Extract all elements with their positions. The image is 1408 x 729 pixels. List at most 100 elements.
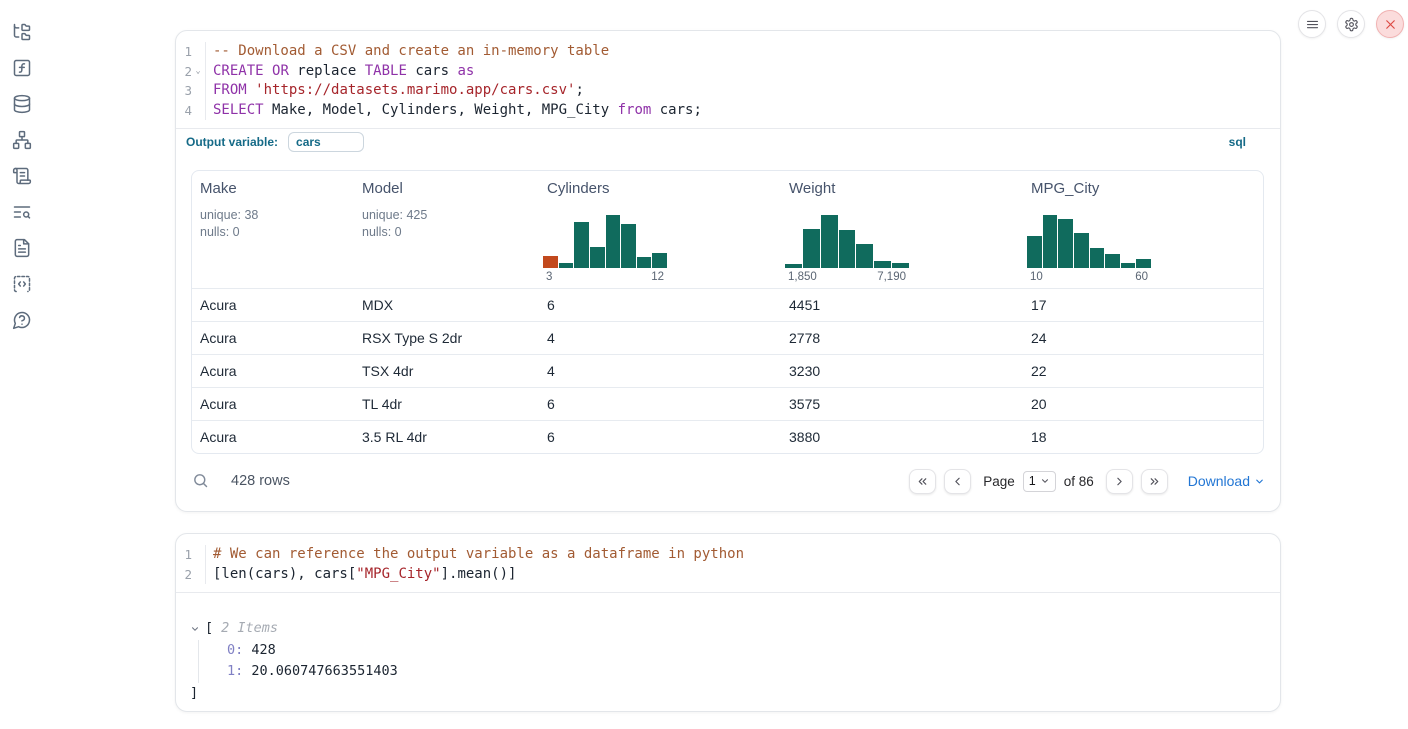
tree-entry-key: 0: bbox=[227, 642, 243, 658]
table-cell: 17 bbox=[1023, 297, 1263, 313]
line-number: 2 bbox=[176, 565, 206, 585]
python-output: [ 2 Items 0: 4281: 20.060747663551403 ] bbox=[176, 592, 1280, 704]
table-cell: RSX Type S 2dr bbox=[354, 330, 539, 346]
column-header-cylinders[interactable]: Cylinders 312 bbox=[539, 171, 781, 288]
table-cell: Acura bbox=[192, 396, 354, 412]
table-cell: 24 bbox=[1023, 330, 1263, 346]
download-label: Download bbox=[1188, 473, 1250, 489]
table-cell: 3230 bbox=[781, 363, 1023, 379]
column-header-mpg_city[interactable]: MPG_City 1060 bbox=[1023, 171, 1263, 288]
last-page-button[interactable] bbox=[1141, 469, 1168, 494]
column-name: Model bbox=[362, 180, 539, 197]
code-snippet-icon[interactable] bbox=[12, 274, 32, 294]
code-line: 1-- Download a CSV and create an in-memo… bbox=[176, 42, 1280, 62]
column-histogram[interactable]: 1,8507,190 bbox=[785, 215, 909, 283]
marimo-notebook: 1-- Download a CSV and create an in-memo… bbox=[0, 0, 1408, 729]
table-row[interactable]: AcuraTSX 4dr4323022 bbox=[192, 354, 1263, 387]
table-header: Makeunique: 38nulls: 0Modelunique: 425nu… bbox=[192, 171, 1263, 288]
table-cell: 3575 bbox=[781, 396, 1023, 412]
column-stats: unique: 38nulls: 0 bbox=[200, 207, 354, 241]
function-square-icon[interactable] bbox=[12, 58, 32, 78]
table-row[interactable]: Acura3.5 RL 4dr6388018 bbox=[192, 420, 1263, 453]
table-cell: 4451 bbox=[781, 297, 1023, 313]
table-cell: Acura bbox=[192, 429, 354, 445]
column-name: Weight bbox=[789, 180, 1023, 197]
page-total-label: of 86 bbox=[1064, 474, 1094, 489]
table-cell: 6 bbox=[539, 429, 781, 445]
tree-entry: 1: 20.060747663551403 bbox=[227, 661, 1264, 683]
gear-icon[interactable] bbox=[1337, 10, 1365, 38]
python-cell: 1# We can reference the output variable … bbox=[175, 533, 1281, 712]
column-name: Cylinders bbox=[547, 180, 781, 197]
histogram-axis-labels: 1060 bbox=[1027, 271, 1151, 283]
table-row[interactable]: AcuraRSX Type S 2dr4277824 bbox=[192, 321, 1263, 354]
tree-entry-key: 1: bbox=[227, 663, 243, 679]
tree-entry: 0: 428 bbox=[227, 640, 1264, 662]
database-icon[interactable] bbox=[12, 94, 32, 114]
python-code-editor[interactable]: 1# We can reference the output variable … bbox=[176, 534, 1280, 592]
tree-collapse-caret[interactable] bbox=[190, 624, 205, 634]
line-number: 4 bbox=[176, 101, 206, 121]
table-cell: Acura bbox=[192, 330, 354, 346]
column-histogram[interactable]: 1060 bbox=[1027, 215, 1151, 283]
sql-code-editor[interactable]: 1-- Download a CSV and create an in-memo… bbox=[176, 31, 1280, 128]
menu-icon[interactable] bbox=[1298, 10, 1326, 38]
help-circle-icon[interactable] bbox=[12, 310, 32, 330]
table-cell: TSX 4dr bbox=[354, 363, 539, 379]
file-text-icon[interactable] bbox=[12, 238, 32, 258]
scroll-icon[interactable] bbox=[12, 166, 32, 186]
table-cell: TL 4dr bbox=[354, 396, 539, 412]
top-right-actions bbox=[1298, 10, 1404, 38]
table-cell: Acura bbox=[192, 297, 354, 313]
chevron-down-icon bbox=[190, 624, 200, 634]
table-row[interactable]: AcuraTL 4dr6357520 bbox=[192, 387, 1263, 420]
file-tree-icon[interactable] bbox=[12, 22, 32, 42]
language-badge[interactable]: sql bbox=[1229, 135, 1246, 149]
close-icon[interactable] bbox=[1376, 10, 1404, 38]
table-cell: 4 bbox=[539, 363, 781, 379]
network-icon[interactable] bbox=[12, 130, 32, 150]
chevron-down-icon bbox=[1040, 476, 1050, 486]
tree-root-row: [ 2 Items bbox=[190, 618, 1264, 640]
open-bracket: [ bbox=[205, 618, 213, 640]
row-count: 428 rows bbox=[231, 473, 290, 489]
text-search-icon[interactable] bbox=[12, 202, 32, 222]
output-variable-label: Output variable: bbox=[186, 135, 278, 149]
fold-chevron-icon[interactable]: ⌄ bbox=[192, 62, 204, 82]
page-number-value: 1 bbox=[1029, 474, 1036, 488]
next-page-button[interactable] bbox=[1106, 469, 1133, 494]
items-count-label: 2 Items bbox=[221, 618, 278, 640]
code-line: 4SELECT Make, Model, Cylinders, Weight, … bbox=[176, 101, 1280, 121]
table-footer: 428 rows Page 1 of 86 bbox=[176, 454, 1280, 508]
prev-page-button[interactable] bbox=[944, 469, 971, 494]
column-header-model[interactable]: Modelunique: 425nulls: 0 bbox=[354, 171, 539, 288]
page-label: Page bbox=[983, 474, 1015, 489]
page-number-select[interactable]: 1 bbox=[1023, 471, 1056, 492]
sql-cell: 1-- Download a CSV and create an in-memo… bbox=[175, 30, 1281, 512]
histogram-axis-labels: 1,8507,190 bbox=[785, 271, 909, 283]
tree-entry-value: 428 bbox=[251, 642, 275, 658]
search-icon[interactable] bbox=[191, 472, 209, 490]
table-cell: Acura bbox=[192, 363, 354, 379]
tree-children: 0: 4281: 20.060747663551403 bbox=[198, 640, 1264, 683]
output-variable-row: Output variable: sql bbox=[176, 128, 1280, 155]
code-line: 2⌄CREATE OR replace TABLE cars as bbox=[176, 62, 1280, 82]
close-bracket: ] bbox=[190, 683, 1264, 705]
line-number: 1 bbox=[176, 545, 206, 565]
code-line: 1# We can reference the output variable … bbox=[176, 545, 1280, 565]
column-histogram[interactable]: 312 bbox=[543, 215, 667, 283]
table-cell: 22 bbox=[1023, 363, 1263, 379]
download-button[interactable]: Download bbox=[1188, 473, 1265, 489]
chevron-down-icon bbox=[1254, 476, 1265, 487]
table-row[interactable]: AcuraMDX6445117 bbox=[192, 288, 1263, 321]
column-header-weight[interactable]: Weight 1,8507,190 bbox=[781, 171, 1023, 288]
column-header-make[interactable]: Makeunique: 38nulls: 0 bbox=[192, 171, 354, 288]
column-name: MPG_City bbox=[1031, 180, 1263, 197]
table-cell: 6 bbox=[539, 297, 781, 313]
output-variable-input[interactable] bbox=[288, 132, 364, 152]
table-cell: 4 bbox=[539, 330, 781, 346]
table-cell: 3880 bbox=[781, 429, 1023, 445]
left-sidebar bbox=[0, 0, 44, 729]
first-page-button[interactable] bbox=[909, 469, 936, 494]
result-table: Makeunique: 38nulls: 0Modelunique: 425nu… bbox=[191, 170, 1264, 454]
